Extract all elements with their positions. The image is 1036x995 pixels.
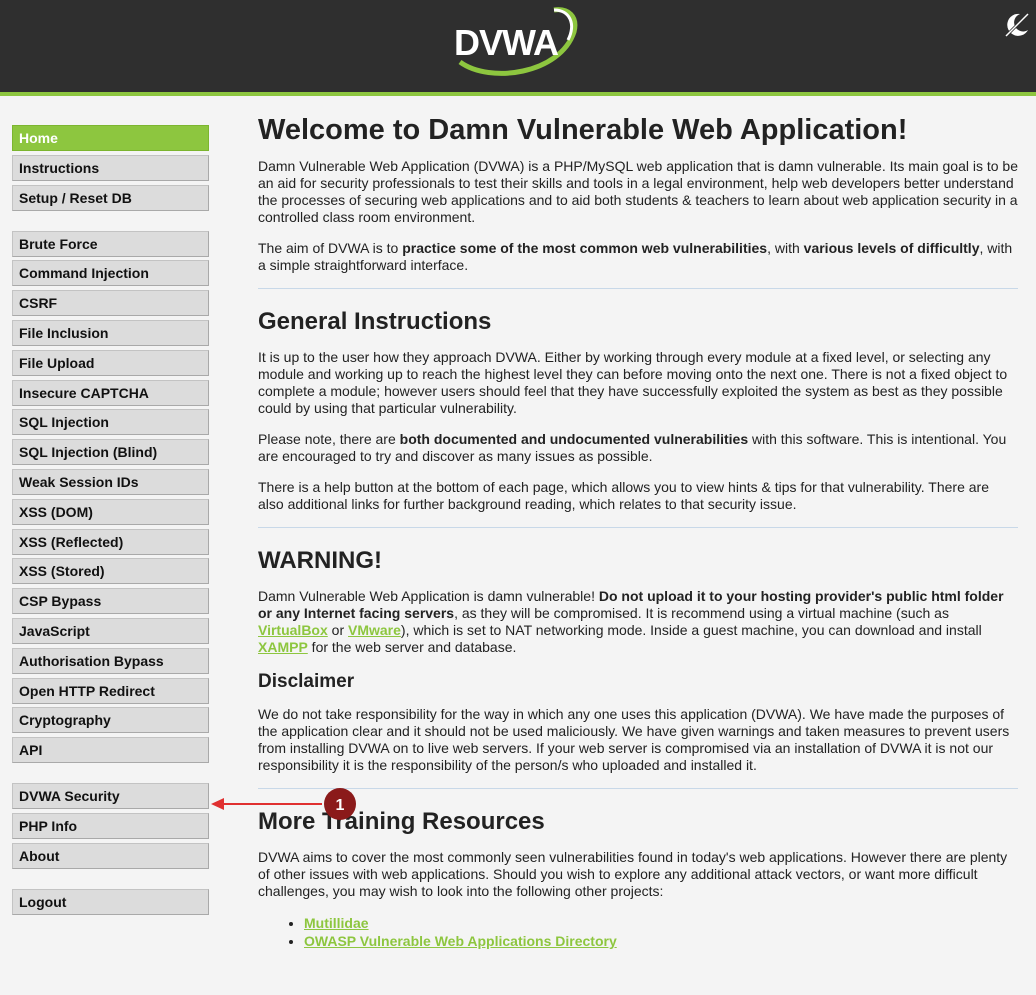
sidebar-menu: Home Instructions Setup / Reset DB Brute Fo… xyxy=(12,125,209,935)
sidebar-item-about[interactable]: About xyxy=(12,842,209,869)
resources-heading: More Training Resources xyxy=(258,808,545,835)
sidebar-item-php-info[interactable]: PHP Info xyxy=(12,812,209,839)
sidebar-item-file-inclusion[interactable]: File Inclusion xyxy=(12,319,209,346)
sidebar-item-xss-dom[interactable]: XSS (DOM) xyxy=(12,498,209,525)
warning-heading: WARNING! xyxy=(258,547,382,574)
warning-text: Damn Vulnerable Web Application is damn … xyxy=(258,588,599,604)
general-paragraph-1: It is up to the user how they approach D… xyxy=(258,349,1008,416)
sidebar-item-csrf[interactable]: CSRF xyxy=(12,290,209,317)
general-paragraph-2: Please note, there are both documented a… xyxy=(258,431,1018,465)
annotation-arrow-head-icon xyxy=(211,798,224,810)
sidebar-item-csp-bypass[interactable]: CSP Bypass xyxy=(12,588,209,615)
sidebar-item-cryptography[interactable]: Cryptography xyxy=(12,707,209,734)
menu-group1: Home Instructions Setup / Reset DB xyxy=(12,125,209,211)
warning-text: , as they will be compromised. It is rec… xyxy=(454,605,949,621)
sidebar-item-authorisation-bypass[interactable]: Authorisation Bypass xyxy=(12,647,209,674)
sidebar-item-sql-injection-blind[interactable]: SQL Injection (Blind) xyxy=(12,439,209,466)
menu-group2: Brute Force Command Injection CSRF File Inc… xyxy=(12,230,209,764)
sidebar-item-logout[interactable]: Logout xyxy=(12,888,209,915)
list-item: Mutillidae xyxy=(304,914,1018,932)
general-paragraph-3: There is a help button at the bottom of … xyxy=(258,479,989,512)
logo-text: DVWA xyxy=(454,22,559,63)
warning-paragraph: Damn Vulnerable Web Application is damn … xyxy=(258,588,1018,656)
resources-paragraph: DVWA aims to cover the most commonly see… xyxy=(258,849,1008,899)
divider xyxy=(258,288,1018,289)
sidebar-item-dvwa-security[interactable]: DVWA Security xyxy=(12,783,209,810)
sidebar-item-command-injection[interactable]: Command Injection xyxy=(12,260,209,287)
header: DVWA xyxy=(0,0,1036,96)
theme-toggle-button[interactable] xyxy=(1002,10,1032,40)
divider xyxy=(258,788,1018,789)
aim-text: , with xyxy=(767,240,804,256)
sidebar-item-brute-force[interactable]: Brute Force xyxy=(12,230,209,257)
sidebar-item-insecure-captcha[interactable]: Insecure CAPTCHA xyxy=(12,379,209,406)
general-bold: both documented and undocumented vulnera… xyxy=(399,431,749,447)
warning-text: for the web server and database. xyxy=(307,639,517,655)
general-instructions-heading: General Instructions xyxy=(258,308,492,335)
dvwa-logo[interactable]: DVWA xyxy=(450,4,580,80)
sidebar-item-setup-reset-db[interactable]: Setup / Reset DB xyxy=(12,184,209,211)
sidebar-item-api[interactable]: API xyxy=(12,737,209,764)
aim-paragraph: The aim of DVWA is to practice some of t… xyxy=(258,240,1018,274)
aim-text: The aim of DVWA is to xyxy=(258,240,403,256)
vmware-link[interactable]: VMware xyxy=(348,622,401,638)
sidebar-item-weak-session-ids[interactable]: Weak Session IDs xyxy=(12,468,209,495)
sidebar-item-instructions[interactable]: Instructions xyxy=(12,154,209,181)
menu-group3: DVWA Security PHP Info About xyxy=(12,783,209,869)
sidebar-item-sql-injection[interactable]: SQL Injection xyxy=(12,409,209,436)
xampp-link[interactable]: XAMPP xyxy=(258,639,308,655)
sidebar-item-xss-stored[interactable]: XSS (Stored) xyxy=(12,558,209,585)
sidebar-item-file-upload[interactable]: File Upload xyxy=(12,349,209,376)
intro-paragraph: Damn Vulnerable Web Application (DVWA) i… xyxy=(258,158,1018,225)
resources-list: Mutillidae OWASP Vulnerable Web Applicat… xyxy=(258,914,1018,950)
divider xyxy=(258,527,1018,528)
owasp-directory-link[interactable]: OWASP Vulnerable Web Applications Direct… xyxy=(304,933,617,949)
sidebar-item-open-http-redirect[interactable]: Open HTTP Redirect xyxy=(12,677,209,704)
page-title: Welcome to Damn Vulnerable Web Applicati… xyxy=(258,114,908,146)
theme-toggle-icon xyxy=(1004,12,1030,38)
main-content: Welcome to Damn Vulnerable Web Applicati… xyxy=(258,108,1018,950)
sidebar-item-xss-reflected[interactable]: XSS (Reflected) xyxy=(12,528,209,555)
list-item: OWASP Vulnerable Web Applications Direct… xyxy=(304,932,1018,950)
disclaimer-heading: Disclaimer xyxy=(258,671,355,692)
virtualbox-link[interactable]: VirtualBox xyxy=(258,622,328,638)
menu-group4: Logout xyxy=(12,888,209,915)
mutillidae-link[interactable]: Mutillidae xyxy=(304,915,369,931)
disclaimer-paragraph: We do not take responsibility for the wa… xyxy=(258,706,1010,773)
warning-text: or xyxy=(327,622,348,638)
general-text: Please note, there are xyxy=(258,431,400,447)
sidebar-item-javascript[interactable]: JavaScript xyxy=(12,617,209,644)
aim-bold: various levels of difficultly xyxy=(803,240,980,256)
aim-bold: practice some of the most common web vul… xyxy=(402,240,768,256)
sidebar-item-home[interactable]: Home xyxy=(12,125,209,151)
warning-text: ), which is set to NAT networking mode. … xyxy=(400,622,982,638)
